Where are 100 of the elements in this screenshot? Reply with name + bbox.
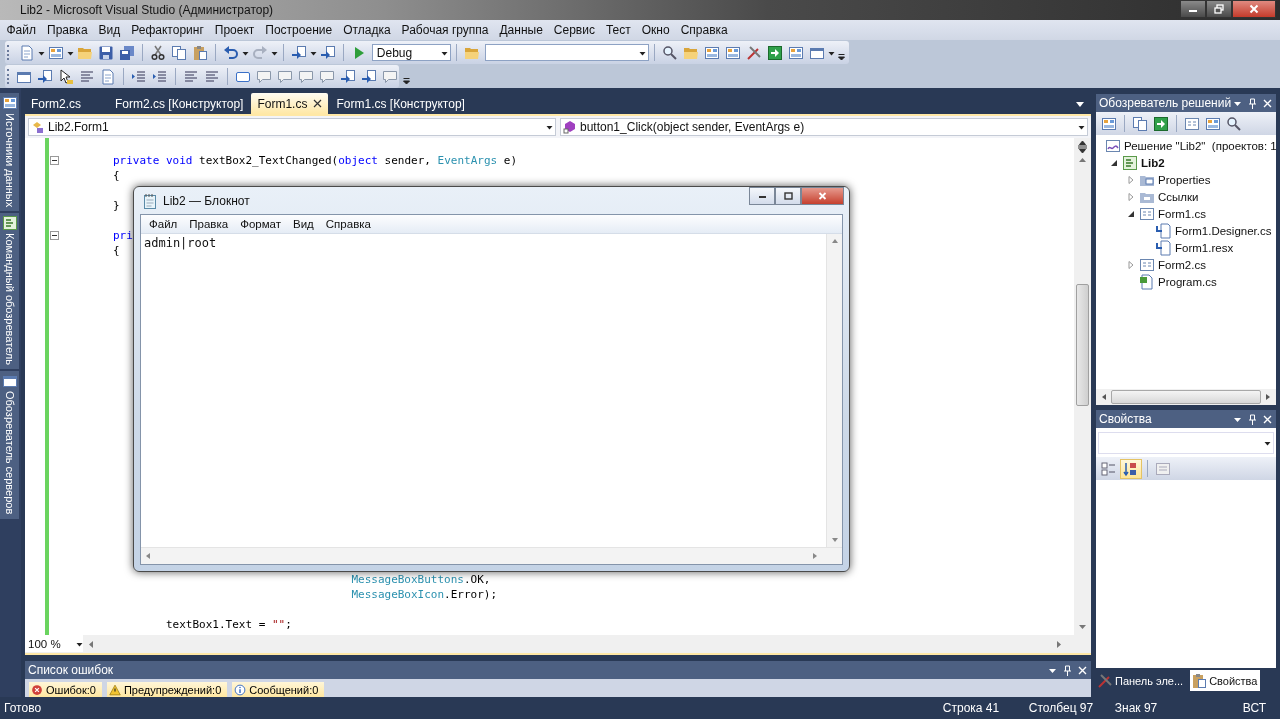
tree-item[interactable]: Form1.cs (1158, 207, 1206, 220)
text-area[interactable]: admin|root (141, 234, 826, 547)
scroll-down-icon[interactable] (1078, 623, 1087, 631)
splitter-icon[interactable] (1077, 141, 1088, 153)
menu-item[interactable]: Тест (600, 23, 637, 37)
menu-item[interactable]: Окно (636, 23, 676, 37)
menu-item[interactable]: Файл (1, 23, 42, 37)
pin-icon[interactable] (1248, 413, 1257, 425)
minimize-button[interactable] (1180, 0, 1206, 18)
menu-item[interactable]: Отладка (337, 23, 397, 37)
filter-button[interactable]: Сообщений:0 (232, 682, 325, 697)
scroll-down-icon[interactable] (830, 537, 839, 543)
restore-button[interactable] (1206, 0, 1232, 18)
close-button[interactable] (801, 187, 844, 205)
arrow-box-icon[interactable] (765, 44, 785, 61)
close-button[interactable] (1232, 0, 1276, 18)
minimize-button[interactable] (749, 187, 775, 205)
panel-tab[interactable]: Панель эле... (1096, 670, 1187, 691)
restore-icon (1214, 4, 1224, 14)
document-tab[interactable]: Form2.cs (25, 93, 87, 114)
copy-icon[interactable] (1130, 115, 1150, 132)
maximize-icon (783, 192, 793, 200)
grid-icon[interactable] (723, 44, 743, 61)
grid-icon[interactable] (702, 44, 722, 61)
menu-item[interactable]: Рефакторинг (125, 23, 210, 37)
scroll-left-icon[interactable] (145, 552, 151, 560)
menu-item[interactable]: Файл (143, 218, 184, 230)
notepad-icon (143, 192, 157, 209)
horizontal-scrollbar[interactable] (141, 547, 842, 564)
document-tab[interactable]: Form1.cs [Конструктор] (330, 93, 471, 114)
document-tab[interactable]: Form2.cs [Конструктор] (109, 93, 250, 114)
toolbar-button[interactable] (1120, 458, 1142, 479)
tree-item[interactable]: Lib2 (1141, 156, 1165, 169)
tree-item[interactable]: Form1.Designer.cs (1175, 224, 1272, 237)
code-file-icon (1138, 273, 1156, 290)
menu-item[interactable]: Рабочая группа (396, 23, 494, 37)
scroll-right-icon[interactable] (812, 552, 818, 560)
pin-icon[interactable] (1248, 97, 1257, 109)
panel-tab[interactable]: Свойства (1190, 670, 1261, 691)
tree-item[interactable]: Решение "Lib2" (проектов: 1 (1124, 139, 1276, 152)
tree-item[interactable]: Program.cs (1158, 275, 1217, 288)
filter-button[interactable]: Предупреждений:0 (106, 682, 228, 697)
maximize-button[interactable] (775, 187, 801, 205)
menu-item[interactable]: Справка (675, 23, 734, 37)
scroll-thumb[interactable] (1111, 390, 1261, 404)
menu-item[interactable]: Правка (41, 23, 94, 37)
warning-icon (108, 683, 121, 696)
scroll-left-icon[interactable] (1101, 393, 1107, 401)
scroll-right-icon[interactable] (1265, 393, 1271, 401)
bubble-icon[interactable] (254, 68, 274, 85)
tree-item[interactable]: Ссылки (1158, 190, 1199, 203)
configuration-dropdown[interactable]: Debug (371, 44, 451, 61)
menu-item[interactable]: Построение (259, 23, 338, 37)
menu-item[interactable]: Вид (93, 23, 126, 37)
document-tab[interactable]: Form1.cs (251, 93, 329, 114)
collapse-icon[interactable] (50, 231, 59, 240)
tree-item[interactable]: Form2.cs (1158, 258, 1206, 271)
vertical-scrollbar[interactable] (826, 234, 842, 547)
page-arrow-icon[interactable] (35, 68, 55, 85)
grid-icon[interactable] (1099, 115, 1119, 132)
collapse-icon[interactable] (50, 156, 59, 165)
pin-icon[interactable] (1063, 664, 1072, 676)
menu-item[interactable]: Справка (319, 218, 377, 230)
menu-item[interactable]: Сервис (548, 23, 601, 37)
status-text: Готово (4, 701, 42, 715)
side-tab[interactable]: Обозреватель серверов (0, 371, 19, 519)
close-icon[interactable] (313, 99, 323, 108)
menu-item[interactable]: Проект (209, 23, 260, 37)
code-line: textBox1.Text = ""; (164, 617, 292, 632)
tab-list-icon[interactable] (1075, 100, 1085, 108)
scroll-up-icon[interactable] (1078, 156, 1087, 164)
vertical-scrollbar[interactable] (1074, 138, 1091, 635)
grid-icon[interactable] (1203, 115, 1223, 132)
menu-item[interactable]: Правка (183, 218, 235, 230)
grid-icon[interactable] (786, 44, 806, 61)
side-tab[interactable]: Источники данных (0, 93, 19, 212)
scroll-left-icon[interactable] (87, 639, 95, 649)
bubble-icon[interactable] (275, 68, 295, 85)
scroll-right-icon[interactable] (1055, 639, 1063, 649)
sort-icon (1123, 460, 1139, 477)
scroll-thumb[interactable] (1076, 284, 1089, 406)
type-selector[interactable]: Lib2.Form1 (28, 118, 556, 136)
find-field[interactable] (484, 44, 649, 61)
form-icon[interactable] (1182, 115, 1202, 132)
member-selector[interactable]: button1_Click(object sender, EventArgs e) (560, 118, 1088, 136)
zoom-dropdown[interactable]: 100 % (25, 635, 83, 652)
scroll-up-icon[interactable] (830, 238, 839, 244)
bubble-icon[interactable] (296, 68, 316, 85)
menu-item[interactable]: Вид (287, 218, 320, 230)
page-arrow-icon[interactable] (359, 68, 379, 85)
menu-item[interactable]: Данные (494, 23, 549, 37)
side-tab[interactable]: Командный обозреватель (0, 213, 19, 370)
insert-mode: ВСТ (1242, 701, 1266, 715)
tree-item[interactable]: Form1.resx (1175, 241, 1234, 254)
bubble-icon[interactable] (317, 68, 337, 85)
page-arrow-icon[interactable] (338, 68, 358, 85)
filter-button[interactable]: Ошибок:0 (29, 682, 102, 697)
tree-item[interactable]: Properties (1158, 173, 1211, 186)
menu-item[interactable]: Формат (234, 218, 287, 230)
horizontal-scrollbar[interactable] (1096, 389, 1276, 405)
